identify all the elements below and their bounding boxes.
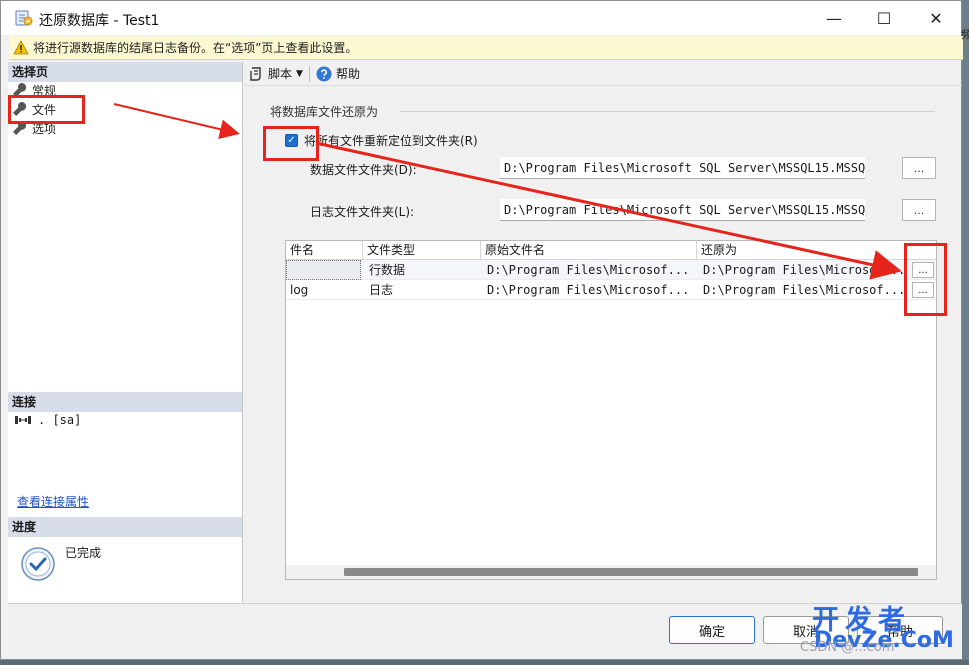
toolbar: 脚本 ▼ 帮助 bbox=[244, 62, 962, 86]
ok-button[interactable]: 确定 bbox=[669, 616, 755, 644]
group-divider bbox=[400, 111, 935, 112]
horizontal-scrollbar[interactable] bbox=[286, 565, 936, 579]
help-label: 帮助 bbox=[335, 67, 360, 81]
annotation-box-files-nav bbox=[8, 95, 85, 124]
cell-restore-as[interactable]: D:\Program Files\Microsof... bbox=[699, 280, 909, 300]
cell-file-type: 行数据 bbox=[369, 263, 406, 277]
check-circle-icon bbox=[21, 547, 55, 581]
cell-original-file: D:\Program Files\Microsof... bbox=[487, 283, 690, 297]
log-folder-browse-button[interactable]: ... bbox=[902, 199, 936, 221]
table-row[interactable]: log 日志 D:\Program Files\Microsof... D:\P… bbox=[286, 280, 936, 300]
close-button[interactable]: ✕ bbox=[913, 1, 959, 35]
data-folder-browse-button[interactable]: ... bbox=[902, 157, 936, 179]
connection-info: . [sa] bbox=[14, 413, 81, 427]
select-page-header: 选择页 bbox=[8, 62, 242, 82]
connection-header: 连接 bbox=[8, 392, 242, 412]
database-restore-icon bbox=[15, 10, 33, 26]
cell-file-type: 日志 bbox=[369, 283, 394, 297]
chevron-down-icon: ▼ bbox=[296, 68, 303, 79]
view-connection-properties-link[interactable]: 查看连接属性 bbox=[17, 493, 89, 510]
warning-bar: 将进行源数据库的结尾日志备份。在“选项”页上查看此设置。 bbox=[9, 36, 963, 60]
background-window-strip bbox=[0, 660, 969, 665]
maximize-button[interactable]: ☐ bbox=[861, 1, 907, 35]
column-header-restore-as[interactable]: 还原为 bbox=[697, 241, 936, 260]
background-edge-text: 频 bbox=[961, 28, 969, 41]
table-row[interactable]: 行数据 D:\Program Files\Microsof... D:\Prog… bbox=[286, 260, 936, 280]
column-header-file-type[interactable]: 文件类型 bbox=[363, 241, 481, 260]
maximize-icon: ☐ bbox=[876, 8, 892, 28]
cell-original-file: D:\Program Files\Microsof... bbox=[487, 263, 690, 277]
close-icon: ✕ bbox=[929, 8, 943, 28]
relocate-files-label: 将所有文件重新定位到文件夹(R) bbox=[304, 134, 478, 148]
scrollbar-thumb[interactable] bbox=[344, 568, 918, 576]
log-folder-input[interactable]: D:\Program Files\Microsoft SQL Server\MS… bbox=[500, 199, 865, 221]
script-icon bbox=[250, 66, 261, 81]
progress-status: 已完成 bbox=[65, 546, 102, 560]
files-grid: 件名 文件类型 原始文件名 还原为 行数据 D:\Program Files\M… bbox=[285, 240, 937, 580]
grid-header: 件名 文件类型 原始文件名 还原为 bbox=[286, 241, 936, 260]
warning-icon bbox=[13, 39, 29, 54]
connection-value: . [sa] bbox=[38, 413, 82, 427]
column-header-original-file[interactable]: 原始文件名 bbox=[481, 241, 697, 260]
help-icon bbox=[316, 66, 332, 81]
server-connection-icon bbox=[15, 416, 31, 424]
restore-files-group-label: 将数据库文件还原为 bbox=[270, 105, 379, 119]
log-folder-label: 日志文件文件夹(L): bbox=[310, 205, 415, 219]
minimize-button[interactable]: — bbox=[811, 1, 857, 35]
title-bar: 还原数据库 - Test1 — ☐ ✕ bbox=[1, 1, 961, 35]
data-folder-input[interactable]: D:\Program Files\Microsoft SQL Server\MS… bbox=[500, 157, 865, 179]
data-folder-label: 数据文件文件夹(D): bbox=[310, 163, 417, 177]
watermark-csdn: CSDN @...com bbox=[800, 640, 895, 655]
toolbar-separator bbox=[308, 65, 310, 82]
script-button[interactable]: 脚本 ▼ bbox=[248, 65, 303, 82]
annotation-box-checkbox bbox=[263, 126, 319, 161]
cell-restore-as[interactable]: D:\Program Files\Microsof... bbox=[699, 260, 909, 280]
cell-logical-name[interactable]: log bbox=[286, 280, 361, 300]
minimize-icon: — bbox=[826, 8, 842, 28]
column-header-logical-name[interactable]: 件名 bbox=[286, 241, 363, 260]
left-pane: 选择页 常规 文件 选项 连接 . [sa] 查看连接属性 进度 已完成 bbox=[8, 62, 243, 603]
help-toolbar-button[interactable]: 帮助 bbox=[316, 65, 360, 82]
window-title: 还原数据库 - Test1 bbox=[39, 13, 160, 29]
warning-text: 将进行源数据库的结尾日志备份。在“选项”页上查看此设置。 bbox=[33, 41, 358, 55]
annotation-box-browse-buttons bbox=[904, 243, 947, 316]
progress-header: 进度 bbox=[8, 517, 242, 537]
cell-logical-name[interactable] bbox=[286, 260, 361, 280]
script-label: 脚本 bbox=[268, 67, 293, 81]
